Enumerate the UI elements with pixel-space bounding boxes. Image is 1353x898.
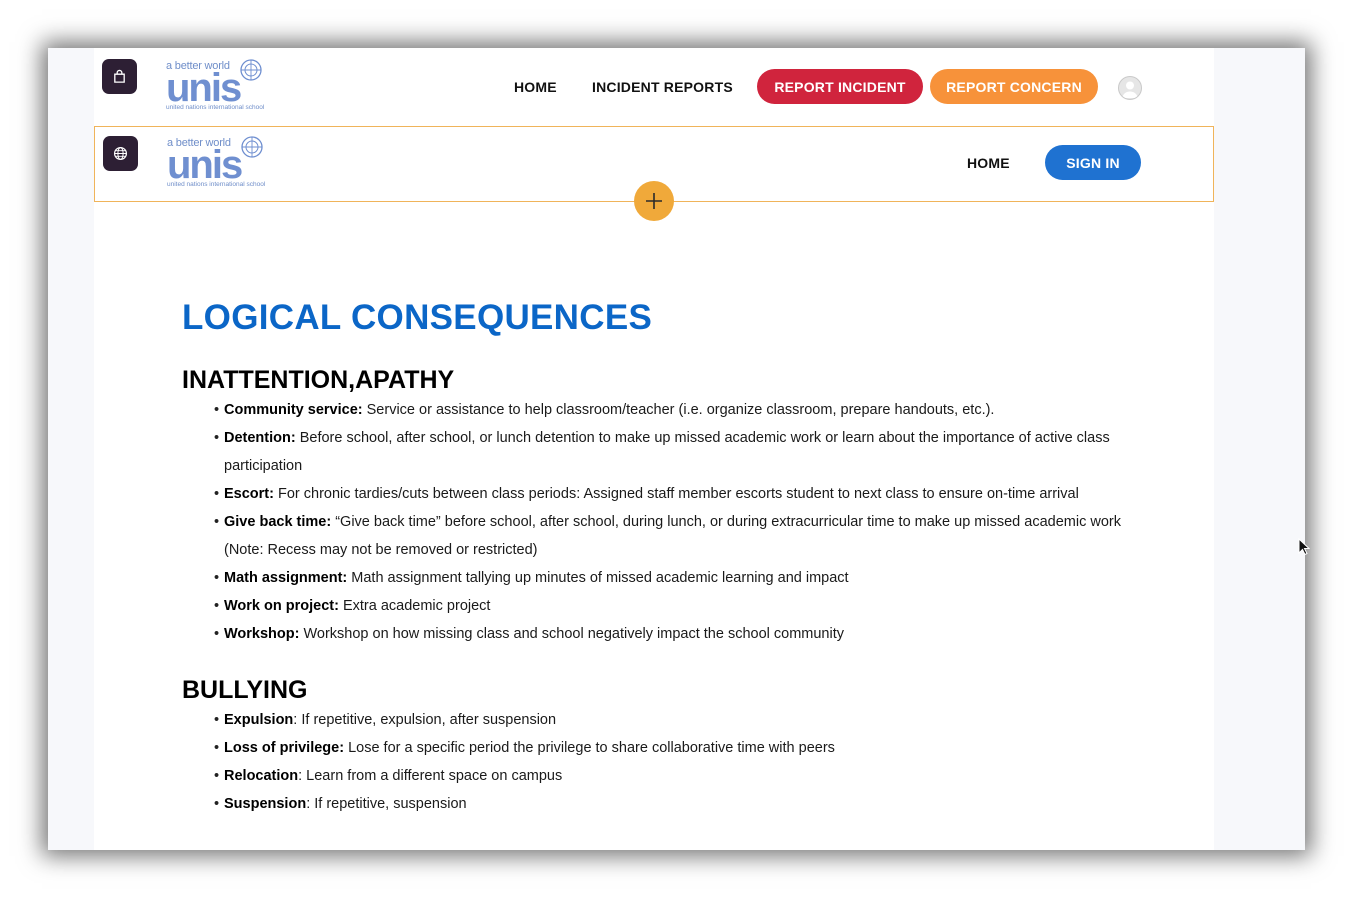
item-text: : If repetitive, expulsion, after suspen… (293, 712, 557, 728)
un-emblem-icon (240, 59, 262, 81)
list-item: Escort: For chronic tardies/cuts between… (214, 480, 1142, 508)
item-term: Suspension (224, 796, 307, 812)
item-term: Math assignment: (224, 570, 348, 586)
nav-home[interactable]: HOME (514, 79, 557, 95)
un-emblem-icon (241, 136, 263, 158)
list-item: Loss of privilege: Lose for a specific p… (214, 734, 1142, 762)
item-text: Service or assistance to help classroom/… (362, 402, 995, 418)
list-item: Relocation: Learn from a different space… (214, 762, 1142, 790)
logo-wordmark: unis (166, 66, 242, 110)
item-term: Relocation (224, 768, 299, 784)
item-term: Give back time: (224, 514, 332, 530)
unis-logo[interactable]: a better world unis united nations inter… (167, 135, 307, 191)
logo-subtitle: united nations international school (167, 181, 266, 188)
item-text: : If repetitive, suspension (306, 796, 467, 812)
item-text: Before school, after school, or lunch de… (224, 430, 1110, 474)
consequence-list: Community service: Service or assistance… (182, 396, 1142, 648)
nav-incident-reports[interactable]: INCIDENT REPORTS (592, 79, 733, 95)
item-text: Lose for a specific period the privilege… (344, 740, 835, 756)
list-item: Give back time: “Give back time” before … (214, 508, 1142, 564)
logo-wordmark: unis (167, 143, 243, 187)
item-term: Community service: (224, 402, 363, 418)
add-section-button[interactable] (634, 181, 674, 221)
browser-viewport: a better world unis united nations inter… (48, 48, 1305, 850)
report-incident-button[interactable]: REPORT INCIDENT (757, 69, 923, 104)
list-item: Suspension: If repetitive, suspension (214, 790, 1142, 818)
consequence-list: Expulsion: If repetitive, expulsion, aft… (182, 706, 1142, 818)
page-canvas: a better world unis united nations inter… (94, 48, 1214, 850)
nav-home[interactable]: HOME (967, 155, 1010, 171)
unis-logo[interactable]: a better world unis united nations inter… (166, 58, 306, 114)
list-item: Expulsion: If repetitive, expulsion, aft… (214, 706, 1142, 734)
item-term: Expulsion (224, 712, 294, 728)
sign-in-button[interactable]: SIGN IN (1045, 145, 1141, 180)
list-item: Detention: Before school, after school, … (214, 424, 1142, 480)
item-term: Work on project: (224, 598, 339, 614)
item-text: For chronic tardies/cuts between class p… (273, 486, 1079, 502)
item-text: Extra academic project (338, 598, 491, 614)
shopping-bag-icon[interactable] (102, 59, 137, 94)
mouse-pointer-icon (1298, 538, 1310, 556)
user-avatar-icon[interactable] (1118, 76, 1142, 100)
item-text: : Learn from a different space on campus (298, 768, 563, 784)
list-item: Math assignment: Math assignment tallyin… (214, 564, 1142, 592)
item-text: Math assignment tallying up minutes of m… (347, 570, 849, 586)
plus-icon (646, 193, 662, 209)
section-heading: INATTENTION,APATHY (182, 366, 455, 394)
item-term: Escort: (224, 486, 274, 502)
item-term: Loss of privilege: (224, 740, 345, 756)
report-concern-button[interactable]: REPORT CONCERN (930, 69, 1098, 104)
list-item: Workshop: Workshop on how missing class … (214, 620, 1142, 648)
logo-subtitle: united nations international school (166, 104, 265, 111)
page-title: LOGICAL CONSEQUENCES (182, 298, 653, 337)
section-heading: BULLYING (182, 676, 308, 704)
item-term: Detention: (224, 430, 296, 446)
item-text: Workshop on how missing class and school… (299, 626, 844, 642)
members-header: a better world unis united nations inter… (94, 48, 1214, 124)
item-text: “Give back time” before school, after sc… (224, 514, 1121, 558)
main-content: LOGICAL CONSEQUENCES INATTENTION,APATHY … (182, 296, 1142, 818)
list-item: Community service: Service or assistance… (214, 396, 1142, 424)
list-item: Work on project: Extra academic project (214, 592, 1142, 620)
item-term: Workshop: (224, 626, 300, 642)
globe-icon[interactable] (103, 136, 138, 171)
